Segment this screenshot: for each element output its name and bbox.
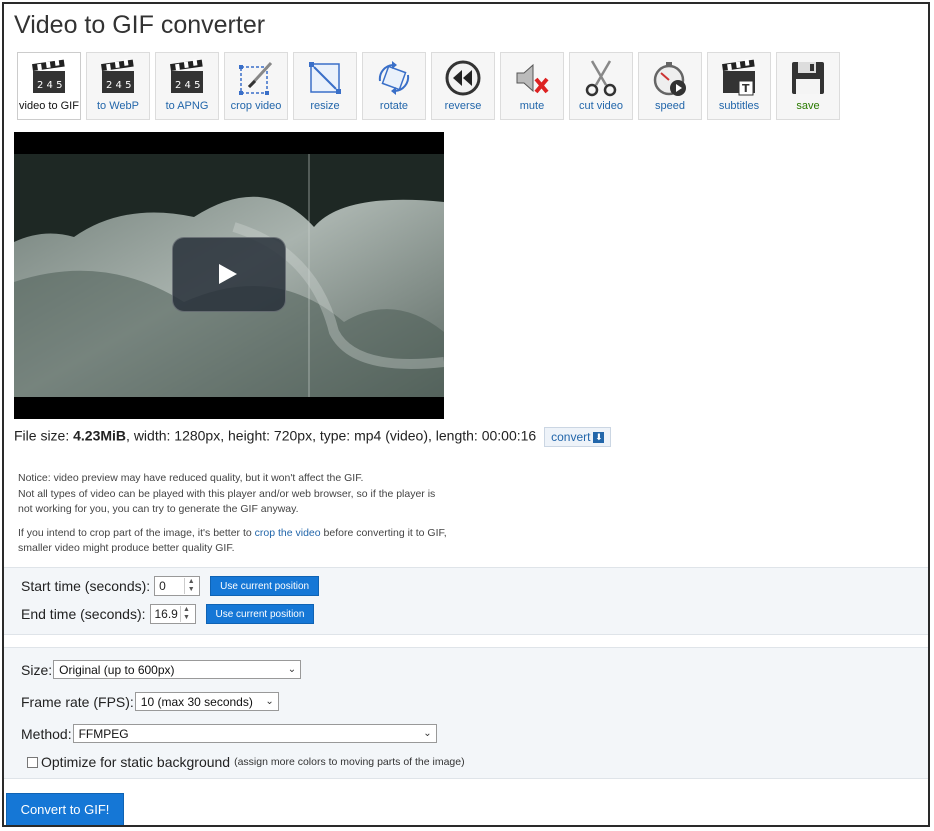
optimize-note: (assign more colors to moving parts of t… — [234, 756, 465, 768]
fps-label: Frame rate (FPS): — [21, 693, 134, 710]
notice-text: Notice: video preview may have reduced q… — [18, 471, 488, 565]
size-select-value: Original (up to 600px) — [59, 662, 175, 677]
tool-label: video to GIF — [19, 100, 79, 112]
start-time-label: Start time (seconds): — [21, 578, 151, 594]
method-label: Method: — [21, 725, 72, 742]
size-select[interactable]: Original (up to 600px) ⌄ — [53, 660, 302, 679]
method-select-value: FFMPEG — [78, 726, 129, 741]
tool-label: mute — [519, 100, 545, 112]
page-frame: Video to GIF converter 2 4 5 video to GI… — [2, 2, 930, 827]
notice-line: Notice: video preview may have reduced q… — [18, 472, 364, 484]
chevron-down-icon: ⌄ — [423, 728, 432, 739]
time-panel: Start time (seconds): 0 ▲ ▼ Use current p… — [4, 567, 928, 635]
method-select[interactable]: FFMPEG ⌄ — [72, 724, 437, 743]
optimize-checkbox[interactable] — [27, 756, 38, 768]
tool-reverse[interactable]: reverse — [431, 52, 495, 120]
crop-icon — [239, 61, 273, 95]
size-label: Size: — [21, 661, 53, 678]
tool-save[interactable]: save — [776, 52, 840, 120]
tool-label: speed — [655, 100, 685, 112]
tool-label: cut video — [578, 100, 624, 112]
tool-to-webp[interactable]: 2 4 5 to WebP — [86, 52, 150, 120]
mute-icon — [516, 63, 549, 94]
page-title: Video to GIF converter — [14, 11, 266, 39]
notice-line: not working for you, you can try to gene… — [18, 503, 299, 515]
crop-hint-text: If you intend to crop part of the image,… — [18, 526, 255, 539]
tool-resize[interactable]: resize — [293, 52, 357, 120]
crop-hint-text: smaller video might produce better quali… — [18, 542, 235, 554]
convert-link-button[interactable]: convert ⬇ — [544, 427, 612, 447]
floppy-disk-icon — [792, 62, 824, 94]
tool-label: resize — [310, 100, 340, 112]
fps-select-value: 10 (max 30 seconds) — [140, 694, 253, 709]
tool-mute[interactable]: mute — [500, 52, 564, 120]
rotate-icon — [378, 61, 410, 95]
crop-video-link[interactable]: crop the video — [255, 527, 321, 539]
tool-label: save — [796, 100, 820, 112]
resize-icon — [309, 62, 341, 94]
tool-to-apng[interactable]: 2 4 5 to APNG — [155, 52, 219, 120]
tool-speed[interactable]: speed — [638, 52, 702, 120]
fps-select[interactable]: 10 (max 30 seconds) ⌄ — [134, 692, 279, 711]
start-use-current-position-button[interactable]: Use current position — [210, 576, 320, 596]
convert-link-label: convert — [551, 430, 591, 444]
tool-label: crop video — [230, 100, 282, 112]
crop-hint-text: before converting it to GIF, — [320, 526, 447, 539]
optimize-label[interactable]: Optimize for static background — [41, 754, 230, 770]
end-time-input[interactable]: 16.9 ▲ ▼ — [149, 604, 196, 624]
end-time-value: 16.9 — [154, 607, 178, 621]
clapperboard-icon: 2 4 5 — [101, 59, 134, 93]
spinner-icon[interactable]: ▲ ▼ — [179, 606, 193, 622]
scissors-icon — [585, 60, 617, 97]
subtitles-icon: T — [722, 59, 755, 96]
svg-text:2 4 5: 2 4 5 — [106, 80, 131, 91]
file-info-prefix: File size: — [14, 427, 74, 444]
file-info: File size: 4.23MiB, width: 1280px, heigh… — [14, 427, 612, 447]
svg-text:2 4 5: 2 4 5 — [175, 80, 200, 91]
file-info-details: , width: 1280px, height: 720px, type: mp… — [126, 427, 537, 444]
start-time-value: 0 — [159, 579, 166, 593]
download-icon: ⬇ — [593, 432, 605, 444]
stopwatch-icon — [653, 62, 686, 96]
play-icon — [219, 264, 237, 284]
convert-to-gif-button[interactable]: Convert to GIF! — [6, 793, 124, 825]
tool-cut-video[interactable]: cut video — [569, 52, 633, 120]
tool-label: rotate — [379, 100, 409, 112]
file-size: 4.23MiB — [73, 427, 127, 444]
end-time-label: End time (seconds): — [21, 606, 146, 622]
video-player[interactable] — [14, 132, 444, 419]
tool-label: to APNG — [165, 100, 209, 112]
spinner-icon[interactable]: ▲ ▼ — [184, 578, 197, 594]
options-panel: Size: Original (up to 600px) ⌄ Frame rat… — [4, 647, 928, 779]
clapperboard-icon: 2 4 5 — [170, 59, 203, 93]
notice-line: Not all types of video can be played wit… — [18, 487, 436, 500]
start-time-input[interactable]: 0 ▲ ▼ — [154, 576, 201, 596]
chevron-down-icon: ⌄ — [265, 696, 274, 707]
end-use-current-position-button[interactable]: Use current position — [205, 604, 315, 624]
chevron-down-icon: ⌄ — [287, 664, 297, 675]
tool-subtitles[interactable]: T subtitles — [707, 52, 771, 120]
tool-rotate[interactable]: rotate — [362, 52, 426, 120]
tool-crop-video[interactable]: crop video — [224, 52, 288, 120]
tool-video-to-gif[interactable]: 2 4 5 video to GIF — [17, 52, 81, 120]
tool-label: subtitles — [718, 100, 760, 112]
tool-label: to WebP — [97, 100, 139, 112]
rewind-icon — [445, 60, 481, 96]
play-button[interactable] — [172, 237, 286, 312]
svg-text:T: T — [742, 82, 750, 95]
tool-label: reverse — [444, 100, 482, 112]
tool-toolbar: 2 4 5 video to GIF 2 4 5 to WebP 2 4 5 t… — [17, 52, 845, 120]
clapperboard-icon: 2 4 5 — [32, 59, 65, 93]
svg-text:2 4 5: 2 4 5 — [37, 80, 62, 91]
